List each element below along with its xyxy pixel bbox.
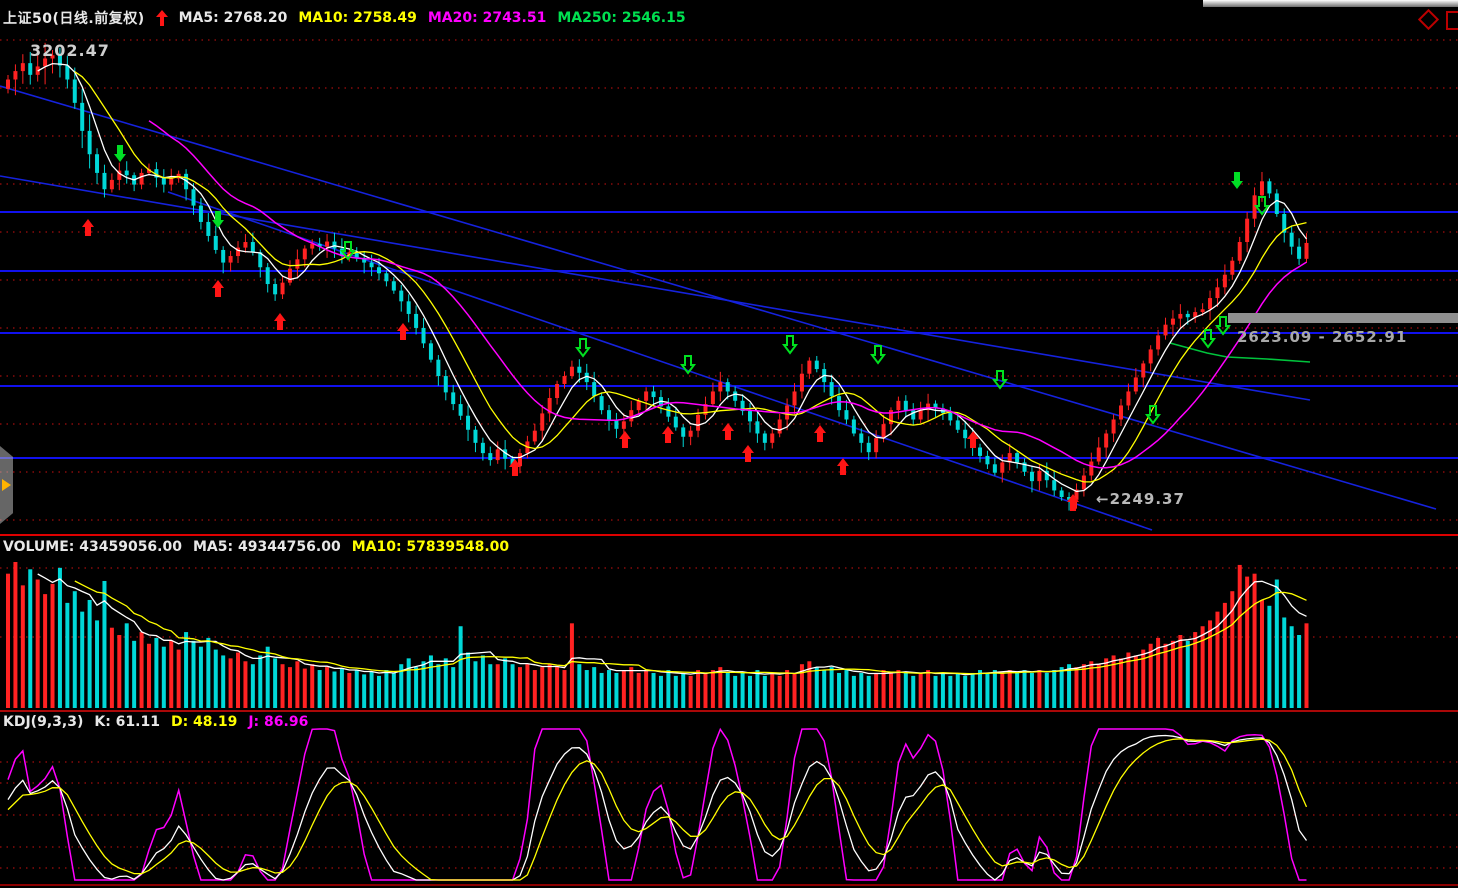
buy-arrow-icon [742,445,754,462]
ma5-readout: MA5: 2768.20 [179,10,288,26]
chart-canvas[interactable] [0,0,1458,888]
sell-hollow-arrow-icon [784,336,796,353]
buy-arrow-icon [814,425,826,442]
top-scrollbar-strip[interactable] [1203,0,1458,7]
sell-hollow-arrow-icon [577,339,589,356]
kdj-k-line [8,736,1307,881]
candlesticks [6,43,1309,511]
main-chart-header: 上证50(日线.前复权) MA5: 2768.20 MA10: 2758.49 … [3,8,686,28]
kdj-j-readout: J: 86.96 [248,714,308,730]
ma10-line [75,72,1307,482]
kdj-d-readout: D: 48.19 [171,714,237,730]
ma20-readout: MA20: 2743.51 [428,10,547,26]
volume-ma5-line [38,574,1307,675]
range-highlight-band [1228,313,1458,323]
sidebar-collapse-handle[interactable] [0,446,13,524]
ma20-line [149,121,1307,468]
trough-price-label: ←2249.37 [1096,490,1185,508]
buy-arrow-icon [212,280,224,297]
ma5-line [38,64,1307,492]
buy-signal-up-arrow-icon [156,10,168,26]
kdj-title: KDJ(9,3,3) [3,714,83,730]
ma250-readout: MA250: 2546.15 [557,10,685,26]
sell-hollow-arrow-icon [872,346,884,363]
kdj-k-readout: K: 61.11 [94,714,160,730]
expand-right-icon [2,479,11,491]
kdj-j-line [8,729,1307,880]
buy-arrow-icon [82,219,94,236]
volume-ma10-readout: MA10: 57839548.00 [352,539,509,555]
stock-chart-window: 上证50(日线.前复权) MA5: 2768.20 MA10: 2758.49 … [0,0,1458,888]
buy-arrow-icon [274,313,286,330]
signal-arrows [82,145,1268,511]
trendlines [0,86,1436,530]
kdj-panel-header: KDJ(9,3,3) K: 61.11 D: 48.19 J: 86.96 [3,714,308,730]
range-label: 2623.09 - 2652.91 [1237,328,1407,346]
ma10-readout: MA10: 2758.49 [298,10,417,26]
buy-arrow-icon [397,323,409,340]
buy-arrow-icon [662,426,674,443]
volume-ma5-readout: MA5: 49344756.00 [193,539,341,555]
buy-arrow-icon [619,431,631,448]
buy-arrow-icon [967,431,979,448]
symbol-title: 上证50(日线.前复权) [3,8,145,28]
square-marker-icon[interactable] [1446,11,1458,30]
peak-price-label: 3202.47 [30,41,110,60]
volume-panel-header: VOLUME: 43459056.00 MA5: 49344756.00 MA1… [3,539,509,555]
buy-arrow-icon [722,423,734,440]
volume-readout: VOLUME: 43459056.00 [3,539,182,555]
volume-bars [6,562,1309,708]
sell-arrow-icon [114,145,126,162]
sell-arrow-icon [1231,172,1243,189]
